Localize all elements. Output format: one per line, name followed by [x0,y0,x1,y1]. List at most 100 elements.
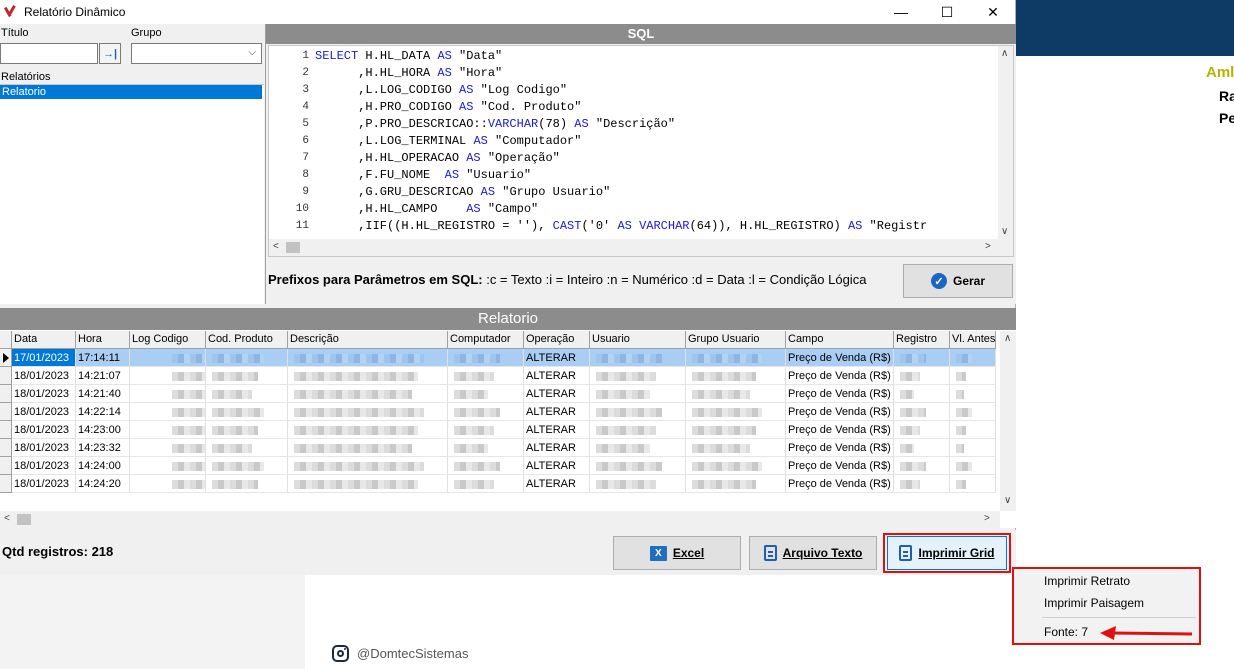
redacted-cell[interactable] [590,457,686,475]
table-cell[interactable]: Preço de Venda (R$) [786,421,894,439]
table-cell[interactable]: 17/01/2023 [12,349,76,367]
redacted-cell[interactable] [288,403,448,421]
column-header[interactable]: Operação [524,331,590,349]
scroll-down-icon[interactable]: ∨ [1001,226,1008,237]
table-cell[interactable]: Preço de Venda (R$) [786,475,894,493]
table-cell[interactable]: ALTERAR [524,367,590,385]
redacted-cell[interactable] [894,367,950,385]
scroll-left-icon[interactable]: < [4,513,10,524]
redacted-cell[interactable] [894,475,950,493]
redacted-cell[interactable] [206,457,288,475]
redacted-cell[interactable] [130,403,206,421]
redacted-cell[interactable] [894,403,950,421]
scroll-right-icon[interactable]: > [984,513,990,524]
redacted-cell[interactable] [590,475,686,493]
redacted-cell[interactable] [288,457,448,475]
scroll-up-icon[interactable]: ∧ [1004,333,1011,344]
table-cell[interactable]: 14:24:20 [76,475,130,493]
arquivo-texto-button[interactable]: Arquivo Texto [749,536,877,570]
table-row[interactable]: 18/01/2023 14:23:32 ALTERAR Preço de Venda … [0,439,1000,457]
redacted-cell[interactable] [206,349,288,367]
sql-editor[interactable]: 1 SELECT H.HL_DATA AS "Data" 2 ,H.HL_HORA … [268,45,1014,257]
redacted-cell[interactable] [448,457,524,475]
column-header[interactable]: Grupo Usuario [686,331,786,349]
redacted-cell[interactable] [448,349,524,367]
relatorios-list[interactable]: Relatorio [0,84,264,304]
redacted-cell[interactable] [130,439,206,457]
row-indicator[interactable] [0,421,12,439]
table-row[interactable]: 18/01/2023 14:22:14 ALTERAR Preço de Venda … [0,403,1000,421]
redacted-cell[interactable] [686,421,786,439]
redacted-cell[interactable] [448,475,524,493]
table-cell[interactable]: Preço de Venda (R$) [786,349,894,367]
redacted-cell[interactable] [288,349,448,367]
redacted-cell[interactable] [686,475,786,493]
table-cell[interactable]: ALTERAR [524,421,590,439]
scroll-left-icon[interactable]: < [273,241,279,252]
redacted-cell[interactable] [950,349,996,367]
table-row[interactable]: 18/01/2023 14:24:00 ALTERAR Preço de Venda … [0,457,1000,475]
column-header[interactable]: Log Codigo [130,331,206,349]
redacted-cell[interactable] [130,457,206,475]
menu-item-fonte[interactable]: Fonte: 7 [1044,625,1088,639]
title-bar[interactable]: Relatório Dinâmico — ☐ ✕ [0,0,1015,24]
redacted-cell[interactable] [686,457,786,475]
table-cell[interactable]: Preço de Venda (R$) [786,457,894,475]
table-cell[interactable]: 18/01/2023 [12,475,76,493]
redacted-cell[interactable] [590,367,686,385]
table-cell[interactable]: ALTERAR [524,439,590,457]
column-header[interactable]: Hora [76,331,130,349]
menu-item-paisagem[interactable]: Imprimir Paisagem [1044,596,1144,610]
redacted-cell[interactable] [686,349,786,367]
table-row[interactable]: 18/01/2023 14:23:00 ALTERAR Preço de Venda … [0,421,1000,439]
redacted-cell[interactable] [894,439,950,457]
redacted-cell[interactable] [206,385,288,403]
column-header[interactable]: Usuario [590,331,686,349]
redacted-cell[interactable] [950,367,996,385]
redacted-cell[interactable] [686,403,786,421]
redacted-cell[interactable] [206,439,288,457]
table-cell[interactable]: Preço de Venda (R$) [786,439,894,457]
redacted-cell[interactable] [288,367,448,385]
redacted-cell[interactable] [448,421,524,439]
titulo-search-button[interactable]: →| [99,43,121,64]
column-header[interactable]: Vl. Antes [950,331,996,349]
table-cell[interactable]: 17:14:11 [76,349,130,367]
redacted-cell[interactable] [448,367,524,385]
table-cell[interactable]: 14:23:32 [76,439,130,457]
redacted-cell[interactable] [206,367,288,385]
grid-horizontal-scrollbar[interactable]: < > [0,511,1000,528]
row-indicator[interactable] [0,475,12,493]
redacted-cell[interactable] [894,457,950,475]
table-cell[interactable]: Preço de Venda (R$) [786,403,894,421]
scroll-thumb[interactable] [17,514,31,525]
table-cell[interactable]: ALTERAR [524,403,590,421]
report-grid[interactable]: Data Hora Log Codigo Cod. Produto Descrição C… [0,331,1000,511]
social-link[interactable]: @DomtecSistemas [332,645,468,662]
redacted-cell[interactable] [686,385,786,403]
scroll-right-icon[interactable]: > [985,241,991,252]
table-cell[interactable]: 14:23:00 [76,421,130,439]
scroll-up-icon[interactable]: ∧ [1001,48,1008,59]
table-row[interactable]: 18/01/2023 14:24:20 ALTERAR Preço de Venda … [0,475,1000,493]
relatorios-list-item[interactable]: Relatorio [0,85,262,99]
redacted-cell[interactable] [686,439,786,457]
row-indicator[interactable] [0,367,12,385]
table-cell[interactable]: 18/01/2023 [12,367,76,385]
sql-horizontal-scrollbar[interactable]: < > [269,239,1013,256]
redacted-cell[interactable] [130,385,206,403]
table-cell[interactable]: 14:22:14 [76,403,130,421]
redacted-cell[interactable] [894,349,950,367]
redacted-cell[interactable] [950,385,996,403]
table-cell[interactable]: 14:21:07 [76,367,130,385]
column-header[interactable]: Registro [894,331,950,349]
redacted-cell[interactable] [206,421,288,439]
redacted-cell[interactable] [288,385,448,403]
maximize-button[interactable]: ☐ [924,0,970,24]
table-cell[interactable]: ALTERAR [524,349,590,367]
column-header[interactable]: Campo [786,331,894,349]
column-header[interactable]: Computador [448,331,524,349]
redacted-cell[interactable] [950,421,996,439]
redacted-cell[interactable] [206,403,288,421]
redacted-cell[interactable] [448,385,524,403]
